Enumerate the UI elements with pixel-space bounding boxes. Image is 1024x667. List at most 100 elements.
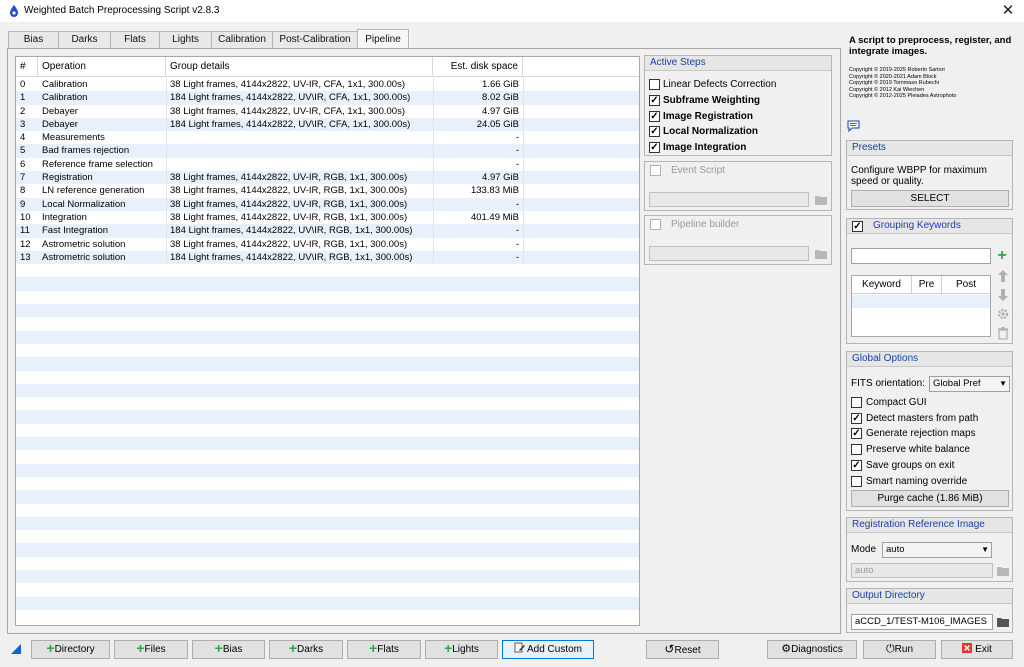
keywords-table[interactable]: Keyword Pre Post [851, 275, 991, 337]
add-files-button[interactable]: +Files [114, 640, 188, 659]
global-option-label[interactable]: Preserve white balance [866, 444, 970, 456]
table-row[interactable]: 12 Astrometric solution 38 Light frames, 4… [16, 237, 639, 251]
tab-darks[interactable]: Darks [58, 31, 111, 48]
settings-gear-icon[interactable] [996, 307, 1010, 321]
select-preset-button[interactable]: SELECT [851, 190, 1009, 207]
add-lights-button[interactable]: +Lights [425, 640, 498, 659]
tab-post-calibration[interactable]: Post-Calibration [272, 31, 358, 48]
folder-icon[interactable] [815, 195, 827, 205]
global-option-checkbox[interactable]: ✓ [851, 459, 862, 471]
close-window-icon[interactable]: ✕ [994, 0, 1022, 22]
column-separator [523, 157, 524, 172]
new-instance-triangle-icon[interactable] [11, 644, 21, 654]
pipeline-table[interactable]: # Operation Group details Est. disk spac… [15, 56, 640, 626]
event-script-path-field[interactable] [649, 192, 809, 207]
active-step-checkbox[interactable]: ✓ [649, 142, 660, 154]
run-button[interactable]: ⏻Run [863, 640, 936, 659]
add-flats-button[interactable]: +Flats [347, 640, 421, 659]
row-operation: Astrometric solution [42, 238, 126, 250]
active-step-label[interactable]: Linear Defects Correction [663, 79, 776, 91]
tab-pipeline[interactable]: Pipeline [357, 29, 409, 49]
column-header-operation[interactable]: Operation [38, 57, 166, 77]
event-script-checkbox[interactable] [650, 165, 661, 176]
global-option-checkbox[interactable] [851, 444, 862, 456]
table-row[interactable]: 11 Fast Integration 184 Light frames, 4144… [16, 224, 639, 238]
table-row[interactable]: 9 Local Normalization 38 Light frames, 414… [16, 197, 639, 211]
active-step-checkbox[interactable]: ✓ [649, 110, 660, 122]
folder-icon[interactable] [997, 566, 1009, 576]
chat-bubble-icon[interactable] [847, 120, 860, 132]
row-disk-space: 4.97 GiB [482, 105, 519, 117]
pipeline-builder-path-field[interactable] [649, 246, 809, 261]
reset-button[interactable]: ↺Reset [646, 640, 719, 659]
presets-group: Presets Configure WBPP for maximum speed… [846, 140, 1013, 210]
tab-calibration[interactable]: Calibration [211, 31, 273, 48]
active-step-checkbox[interactable]: ✓ [649, 94, 660, 106]
move-down-icon[interactable] [996, 288, 1010, 302]
tab-lights[interactable]: Lights [159, 31, 212, 48]
add-custom-button[interactable]: Add Custom [502, 640, 594, 659]
add-directory-button[interactable]: +Directory [31, 640, 110, 659]
global-option-checkbox[interactable] [851, 475, 862, 487]
table-row[interactable]: 4 Measurements - [16, 131, 639, 145]
fits-orientation-select[interactable]: Global Pref ▼ [929, 376, 1010, 392]
add-bias-button[interactable]: +Bias [192, 640, 265, 659]
column-header-pre[interactable]: Pre [912, 276, 942, 294]
active-step-label[interactable]: Local Normalization [663, 126, 758, 138]
table-row[interactable]: 2 Debayer 38 Light frames, 4144x2822, UV-I… [16, 104, 639, 118]
table-row[interactable]: 13 Astrometric solution 184 Light frames, … [16, 250, 639, 265]
keyword-input[interactable] [851, 248, 991, 264]
global-option-label[interactable]: Detect masters from path [866, 413, 978, 425]
table-row[interactable]: 0 Calibration 38 Light frames, 4144x2822, … [16, 78, 639, 92]
table-row[interactable]: 1 Calibration 184 Light frames, 4144x2822,… [16, 91, 639, 105]
folder-icon[interactable] [997, 617, 1009, 627]
folder-icon[interactable] [815, 249, 827, 259]
table-row[interactable]: 5 Bad frames rejection - [16, 144, 639, 158]
column-header-disk-space[interactable]: Est. disk space [433, 57, 523, 77]
global-option-label[interactable]: Save groups on exit [866, 460, 954, 472]
table-row[interactable]: 6 Reference frame selection - [16, 157, 639, 172]
purge-cache-button[interactable]: Purge cache (1.86 MiB) [851, 490, 1009, 507]
active-step-checkbox[interactable]: ✓ [649, 126, 660, 138]
column-header-group-details[interactable]: Group details [166, 57, 433, 77]
add-keyword-icon[interactable]: + [995, 248, 1009, 264]
column-header-index[interactable]: # [16, 57, 38, 77]
tab-bias[interactable]: Bias [8, 31, 59, 48]
global-option-checkbox[interactable]: ✓ [851, 428, 862, 440]
reference-image-path-field[interactable]: auto [851, 563, 993, 578]
active-step-checkbox[interactable] [649, 79, 660, 90]
grouping-keywords-checkbox[interactable]: ✓ [852, 221, 863, 232]
exit-button[interactable]: Exit [941, 640, 1013, 659]
column-header-keyword[interactable]: Keyword [852, 276, 912, 294]
table-row[interactable]: 10 Integration 38 Light frames, 4144x2822,… [16, 210, 639, 225]
table-row[interactable]: 3 Debayer 184 Light frames, 4144x2822, UV\… [16, 117, 639, 132]
column-header-post[interactable]: Post [942, 276, 990, 294]
plus-icon: + [288, 640, 298, 656]
global-option-checkbox[interactable] [851, 397, 862, 408]
diagnostics-button[interactable]: ⚙Diagnostics [767, 640, 857, 659]
active-step-label[interactable]: Image Integration [663, 142, 746, 154]
active-step-label[interactable]: Image Registration [663, 111, 753, 123]
table-row[interactable]: 8 LN reference generation 38 Light frames,… [16, 184, 639, 198]
row-group-details: 38 Light frames, 4144x2822, UV-IR, RGB, … [170, 238, 408, 250]
row-disk-space: - [515, 132, 519, 144]
column-separator [433, 237, 434, 251]
move-up-icon[interactable] [996, 269, 1010, 283]
global-option-label[interactable]: Generate rejection maps [866, 428, 976, 440]
row-index: 11 [20, 225, 30, 237]
row-disk-space: 401.49 MiB [470, 211, 519, 223]
copyright-line: Copyright © 2019-2025 Roberto Sartori [849, 67, 945, 73]
tab-flats[interactable]: Flats [110, 31, 160, 48]
global-option-label[interactable]: Compact GUI [866, 397, 927, 409]
trash-icon[interactable] [996, 326, 1010, 340]
mode-select[interactable]: auto ▼ [882, 542, 992, 558]
row-group-details: 38 Light frames, 4144x2822, UV-IR, CFA, … [170, 105, 405, 117]
add-darks-button[interactable]: +Darks [269, 640, 343, 659]
table-row[interactable]: 7 Registration 38 Light frames, 4144x2822,… [16, 171, 639, 185]
output-directory-field[interactable]: aCCD_1/TEST-M106_IMAGES [851, 614, 993, 630]
active-step-label[interactable]: Subframe Weighting [663, 95, 760, 107]
global-option-checkbox[interactable]: ✓ [851, 412, 862, 424]
global-option-label[interactable]: Smart naming override [866, 476, 967, 488]
row-disk-space: 4.97 GiB [482, 172, 519, 184]
pipeline-builder-checkbox[interactable] [650, 219, 661, 230]
